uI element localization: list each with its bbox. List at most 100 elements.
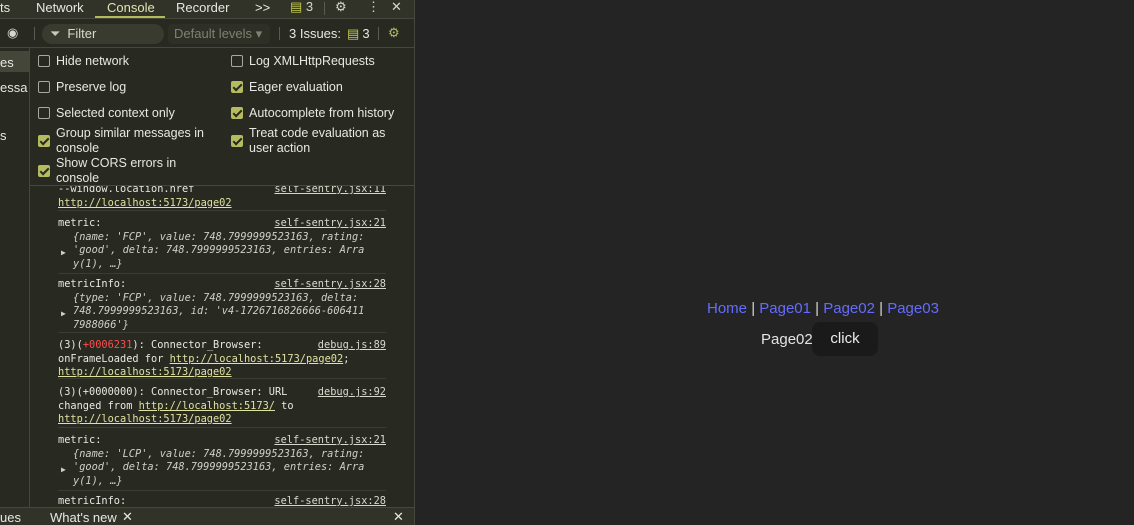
url-link[interactable]: http://localhost:5173/page02 — [58, 413, 232, 425]
eye-icon[interactable]: ◉ — [7, 26, 18, 44]
log-levels-dropdown[interactable]: Default levels ▾ — [168, 24, 270, 44]
selected-context-checkbox[interactable] — [38, 107, 50, 119]
sidebar-item-errors[interactable]: s — [0, 128, 7, 143]
url-link[interactable]: http://localhost:5173/page02 — [170, 353, 344, 365]
log-message: (3)(+0000000): Connector_Browser: URL de… — [58, 386, 386, 428]
preserve-log-checkbox[interactable] — [38, 81, 50, 93]
issues-counter-button[interactable]: ▤ 3 — [290, 0, 313, 18]
object-line: y(1), …} — [73, 474, 123, 487]
click-button[interactable]: click — [812, 322, 878, 356]
page-viewport: Home | Page01 | Page02 | Page03 Page02 c… — [416, 0, 1134, 525]
more-options-icon[interactable]: ⋮ — [367, 0, 380, 18]
settings-gear-icon[interactable]: ⚙ — [335, 0, 347, 18]
issues-button[interactable]: 3 Issues: ▤ 3 — [289, 26, 370, 42]
message-icon: ▤ — [347, 26, 360, 41]
tab-issues-partial[interactable]: ues — [0, 510, 21, 525]
console-settings-pane: Hide network Preserve log Selected conte… — [30, 48, 414, 186]
preserve-log-label: Preserve log — [56, 80, 127, 94]
source-link[interactable]: debug.js:92 — [318, 386, 386, 400]
nav-link-page03[interactable]: Page03 — [887, 300, 939, 317]
expand-triangle-icon[interactable]: ▶ — [61, 463, 66, 477]
active-tab-indicator — [95, 16, 165, 18]
issues-count: 3 — [362, 26, 370, 41]
filter-icon: ⏷ — [50, 26, 61, 41]
object-line: 'good', delta: 748.7999999523163, entrie… — [73, 461, 365, 473]
log-text: ): Connector_Browser: — [132, 339, 263, 351]
sidebar-item-messages[interactable]: es — [0, 55, 14, 70]
object-line: {name: 'LCP', value: 748.7999999523163, … — [73, 447, 365, 460]
nav-separator: | — [815, 300, 820, 317]
log-message: metricInfo: self-sentry.jsx:28 — [58, 495, 386, 507]
treat-eval-checkbox[interactable] — [231, 135, 243, 147]
hide-network-label: Hide network — [56, 54, 129, 68]
nav-link-page01[interactable]: Page01 — [759, 300, 811, 317]
source-link[interactable]: self-sentry.jsx:21 — [274, 217, 386, 231]
log-xhr-checkbox[interactable] — [231, 55, 243, 67]
more-tabs-button[interactable]: >> — [255, 0, 270, 19]
divider — [34, 27, 35, 40]
object-line: {type: 'FCP', value: 748.7999999523163, … — [73, 291, 359, 304]
source-link[interactable]: self-sentry.jsx:11 — [274, 186, 386, 197]
source-link[interactable]: debug.js:89 — [318, 339, 386, 353]
url-link[interactable]: http://localhost:5173/page02 — [58, 197, 232, 209]
log-text: to — [274, 399, 294, 412]
nav-link-page02[interactable]: Page02 — [823, 300, 875, 317]
log-message: --window.location.href self-sentry.jsx:1… — [58, 186, 386, 211]
log-text: onFrameLoaded for — [58, 352, 170, 365]
expand-triangle-icon[interactable]: ▶ — [61, 307, 66, 321]
nav-link-home[interactable]: Home — [707, 300, 747, 317]
source-link[interactable]: self-sentry.jsx:28 — [274, 278, 386, 292]
page-nav: Home | Page01 | Page02 | Page03 — [707, 300, 939, 317]
log-xhr-label: Log XMLHttpRequests — [249, 54, 375, 68]
nav-separator: | — [751, 300, 756, 317]
log-text: changed from — [58, 399, 139, 412]
group-similar-checkbox[interactable] — [38, 135, 50, 147]
object-line: 'good', delta: 748.7999999523163, entrie… — [73, 244, 365, 256]
object-line: {name: 'FCP', value: 748.7999999523163, … — [73, 230, 365, 243]
log-message: metric: self-sentry.jsx:21 {name: 'LCP',… — [58, 434, 386, 491]
divider — [324, 2, 325, 15]
log-message: metric: self-sentry.jsx:21 {name: 'FCP',… — [58, 217, 386, 274]
log-text: ; — [343, 352, 350, 365]
close-tab-icon[interactable]: ✕ — [122, 509, 133, 525]
sidebar-item-user-messages[interactable]: essa… — [0, 80, 29, 95]
filter-input[interactable]: ⏷ Filter — [42, 24, 164, 44]
url-link[interactable]: http://localhost:5173/ — [139, 400, 275, 412]
devtools-tabbar: ts Network Console Recorder >> ▤ 3 ⚙ ⋮ ✕ — [0, 0, 414, 19]
divider — [279, 27, 280, 40]
close-devtools-icon[interactable]: ✕ — [391, 0, 402, 18]
message-icon: ▤ — [290, 0, 303, 14]
log-message: metricInfo: self-sentry.jsx:28 {type: 'F… — [58, 278, 386, 333]
divider — [378, 27, 379, 40]
source-link[interactable]: self-sentry.jsx:28 — [274, 495, 386, 507]
selected-context-label: Selected context only — [56, 106, 175, 120]
tab-elements-partial[interactable]: ts — [0, 0, 10, 19]
drawer-tabbar: ues What's new ✕ ✕ — [0, 507, 414, 525]
group-similar-label: Group similar messages in console — [56, 126, 204, 155]
autocomplete-label: Autocomplete from history — [249, 106, 395, 120]
issues-count: 3 — [305, 0, 314, 14]
eager-eval-label: Eager evaluation — [249, 80, 343, 94]
cors-errors-checkbox[interactable] — [38, 165, 50, 177]
object-line: 748.7999999523163, id: 'v4-1726716826666… — [73, 305, 365, 317]
object-line: y(1), …} — [73, 257, 123, 270]
filter-placeholder: Filter — [67, 26, 97, 41]
tab-recorder[interactable]: Recorder — [176, 0, 229, 19]
hide-network-checkbox[interactable] — [38, 55, 50, 67]
log-text: (3)( — [58, 339, 83, 351]
console-log[interactable]: --window.location.href self-sentry.jsx:1… — [30, 186, 414, 507]
url-link[interactable]: http://localhost:5173/page02 — [58, 366, 232, 378]
autocomplete-checkbox[interactable] — [231, 107, 243, 119]
close-drawer-icon[interactable]: ✕ — [393, 509, 404, 525]
console-sidebar: es essa… s — [0, 48, 30, 507]
expand-triangle-icon[interactable]: ▶ — [61, 246, 66, 260]
issues-label: 3 Issues: — [289, 26, 342, 41]
console-settings-gear-icon[interactable]: ⚙ — [388, 26, 400, 44]
log-message: (3)(+0006231): Connector_Browser: debug.… — [58, 339, 386, 379]
nav-separator: | — [879, 300, 884, 317]
devtools-panel: ts Network Console Recorder >> ▤ 3 ⚙ ⋮ ✕… — [0, 0, 415, 525]
source-link[interactable]: self-sentry.jsx:21 — [274, 434, 386, 448]
tab-whats-new[interactable]: What's new — [50, 510, 117, 525]
eager-eval-checkbox[interactable] — [231, 81, 243, 93]
tab-network[interactable]: Network — [36, 0, 84, 19]
